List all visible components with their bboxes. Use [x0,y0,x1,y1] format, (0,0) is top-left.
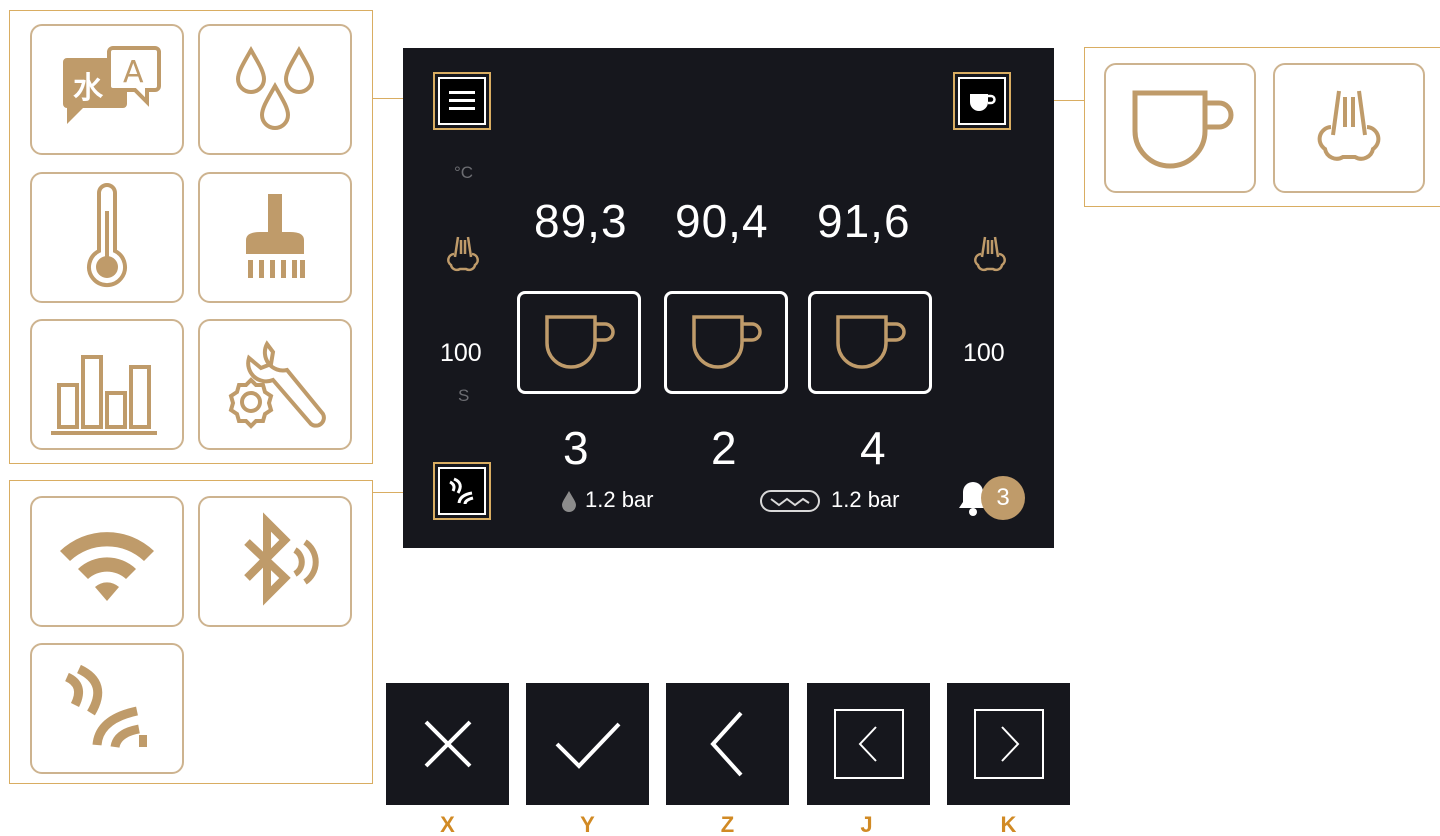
statistics-tile[interactable] [30,319,184,450]
group-3-cup-button[interactable] [808,291,932,394]
temperature-group-2: 90,4 [675,195,769,247]
water-pressure-value: 1.2 bar [585,487,654,512]
steam-option-tile[interactable] [1273,63,1425,193]
cup-icon [692,314,762,369]
language-tile[interactable]: 水 A [30,24,184,155]
pump-pressure-icon [760,490,820,512]
temperature-group-3: 91,6 [817,195,911,247]
cup-option-tile[interactable] [1104,63,1256,193]
key-x-label: X [440,812,455,836]
cleaning-tile[interactable] [198,172,352,303]
temperature-tile[interactable] [30,172,184,303]
key-y-confirm[interactable] [526,683,649,805]
beverage-button[interactable] [953,72,1011,130]
language-icon: 水 A [63,45,161,124]
notifications-button[interactable]: 3 [957,476,1027,522]
group-2-count: 2 [711,422,737,474]
back-icon [709,711,742,777]
cup-icon [970,94,996,111]
wifi-icon [60,531,154,601]
steam-icon [974,236,1006,272]
key-z-label: Z [720,812,735,836]
notification-count: 3 [996,484,1010,511]
key-k-next[interactable] [947,683,1070,805]
svg-text:水: 水 [73,71,104,106]
cup-icon [1132,90,1234,169]
steam-icon [447,236,479,272]
water-drop-icon [562,491,576,512]
key-k-label: K [1000,812,1017,836]
nfc-icon [449,477,474,505]
steam-left-value: 100 [440,339,482,367]
temperature-unit: °C [454,163,474,182]
group-3-count: 4 [860,422,886,474]
check-icon [555,722,620,769]
key-y-label: Y [580,812,595,836]
service-tile[interactable] [198,319,352,450]
key-j-label: J [860,812,873,836]
steam-icon [1317,90,1381,161]
water-drops-icon [235,45,315,130]
thermometer-icon [87,182,127,287]
statistics-chart-icon [51,354,157,435]
cup-icon [836,314,906,369]
nfc-icon [64,664,147,748]
wifi-tile[interactable] [30,496,184,627]
connectivity-button[interactable] [433,462,491,520]
steam-right-value: 100 [963,339,1005,367]
previous-icon [833,709,904,779]
hamburger-menu-icon [449,91,475,110]
nfc-tile[interactable] [30,643,184,774]
svg-text:A: A [123,55,144,90]
group-1-cup-button[interactable] [517,291,641,394]
count-unit: S [458,386,470,405]
water-tile[interactable] [198,24,352,155]
pump-pressure-value: 1.2 bar [831,487,900,512]
settings-tools-icon [228,339,326,429]
bluetooth-tile[interactable] [198,496,352,627]
bluetooth-icon [244,511,319,606]
menu-button[interactable] [433,72,491,130]
group-2-cup-button[interactable] [664,291,788,394]
notification-badge: 3 [981,476,1025,520]
brush-cleaning-icon [246,193,305,278]
group-1-count: 3 [563,422,589,474]
temperature-group-1: 89,3 [534,195,628,247]
key-x-cancel[interactable] [386,683,509,805]
next-icon [973,709,1044,779]
close-icon [424,720,471,768]
cup-icon [545,314,615,369]
machine-display: °C 89,3 90,4 91,6 100 100 S 3 2 4 1.2 ba… [403,48,1054,548]
key-z-back[interactable] [666,683,789,805]
key-j-previous[interactable] [807,683,930,805]
